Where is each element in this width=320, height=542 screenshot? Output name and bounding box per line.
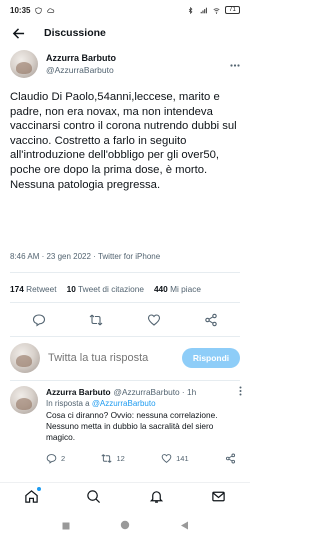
- avatar[interactable]: [10, 386, 38, 414]
- reply-share-action[interactable]: [225, 453, 236, 464]
- likes-label: Mi piace: [170, 284, 201, 294]
- tweet-actions: [10, 310, 240, 330]
- battery-icon: 71: [225, 6, 240, 14]
- bluetooth-icon: [188, 6, 193, 14]
- divider: [10, 336, 240, 337]
- wifi-icon: [213, 7, 220, 14]
- status-notification-icons: [34, 6, 55, 14]
- reply-header: Azzurra Barbuto @AzzurraBarbuto · 1h: [46, 386, 242, 398]
- tweet-meta: 8:46 AM · 23 gen 2022 · Twitter for iPho…: [10, 252, 161, 261]
- share-icon[interactable]: [204, 313, 218, 327]
- back-arrow-icon[interactable]: [10, 25, 26, 41]
- reply-like-action[interactable]: 141: [161, 453, 189, 464]
- reply-retweets-count: 12: [116, 454, 125, 463]
- reply-actions: 2 12 141: [46, 453, 236, 464]
- reply-icon: [46, 454, 57, 464]
- reply-reply-action[interactable]: 2: [46, 453, 65, 464]
- retweets-stat[interactable]: 174 Retweet: [10, 284, 57, 294]
- retweet-icon: [101, 454, 113, 463]
- status-right: 71: [186, 6, 240, 14]
- top-bar: Discussione: [0, 22, 250, 44]
- reply-input[interactable]: [48, 352, 168, 364]
- likes-count: 440: [153, 284, 168, 294]
- bell-icon[interactable]: [148, 489, 164, 505]
- tweet-stats: 174 Retweet 10 Tweet di citazione 440 Mi…: [10, 284, 201, 294]
- author-names: Azzurra Barbuto @AzzurraBarbuto: [46, 52, 116, 76]
- mail-icon[interactable]: [211, 489, 227, 505]
- reply-likes-count: 141: [176, 454, 189, 463]
- retweet-icon[interactable]: [89, 313, 103, 327]
- replying-mention[interactable]: @AzzurraBarbuto: [92, 399, 156, 408]
- tweet-text: Claudio Di Paolo,54anni,leccese, marito …: [10, 91, 237, 191]
- reply-age: 1h: [187, 387, 197, 397]
- likes-stat[interactable]: 440 Mi piace: [154, 284, 201, 294]
- replying-prefix: In risposta a: [46, 399, 90, 408]
- reply-tweet[interactable]: Azzurra Barbuto @AzzurraBarbuto · 1h In …: [10, 386, 242, 464]
- quotes-count: 10: [66, 284, 76, 294]
- tweet-time: 8:46 AM: [10, 252, 40, 261]
- tweet-source[interactable]: Twitter for iPhone: [98, 252, 160, 261]
- back-triangle-icon[interactable]: [180, 517, 189, 535]
- tweet-date: 23 gen 2022: [46, 252, 91, 261]
- status-time: 10:35: [10, 5, 31, 15]
- reply-compose: Rispondi: [10, 342, 240, 374]
- notification-dot: [37, 486, 42, 491]
- bottom-nav: [0, 482, 250, 510]
- reply-replies-count: 2: [61, 454, 66, 463]
- quotes-label: Tweet di citazione: [77, 284, 144, 294]
- tweet-author[interactable]: Azzurra Barbuto @AzzurraBarbuto: [10, 48, 240, 80]
- author-name[interactable]: Azzurra Barbuto: [46, 52, 116, 64]
- reply-handle[interactable]: @AzzurraBarbuto: [114, 387, 180, 397]
- cloud-icon: [47, 7, 55, 13]
- retweets-count: 174: [10, 284, 24, 294]
- reply-text: Cosa ci diranno? Ovvio: nessuna correlaz…: [46, 410, 218, 442]
- like-heart-icon[interactable]: [147, 313, 161, 327]
- avatar[interactable]: [10, 50, 38, 78]
- reply-author-handle: @AzzurraBarbuto · 1h: [113, 387, 197, 397]
- search-icon[interactable]: [86, 489, 102, 505]
- status-bar: 10:35 71: [0, 0, 250, 20]
- reply-author-name[interactable]: Azzurra Barbuto: [46, 387, 111, 397]
- page-title: Discussione: [44, 27, 106, 39]
- reply-button[interactable]: Rispondi: [182, 348, 240, 368]
- more-options-icon[interactable]: [239, 386, 242, 398]
- recents-square-icon[interactable]: [62, 517, 70, 535]
- author-handle[interactable]: @AzzurraBarbuto: [46, 64, 116, 76]
- signal-icon: [200, 7, 207, 13]
- replying-to: In risposta a @AzzurraBarbuto: [46, 399, 242, 408]
- more-options-icon[interactable]: [230, 58, 240, 70]
- share-icon: [225, 453, 236, 464]
- like-heart-icon: [161, 454, 172, 464]
- quotes-stat[interactable]: 10 Tweet di citazione: [67, 284, 144, 294]
- retweets-label: Retweet: [26, 284, 57, 294]
- divider: [10, 302, 240, 303]
- home-icon[interactable]: [23, 486, 42, 505]
- divider: [10, 380, 240, 381]
- reply-retweet-action[interactable]: 12: [101, 453, 125, 464]
- reply-icon[interactable]: [32, 313, 46, 327]
- home-circle-icon[interactable]: [120, 517, 130, 535]
- avatar[interactable]: [10, 343, 40, 373]
- system-nav: [0, 514, 250, 538]
- shield-icon: [35, 6, 43, 14]
- reply-body: Azzurra Barbuto @AzzurraBarbuto · 1h In …: [46, 386, 242, 464]
- divider: [10, 272, 240, 273]
